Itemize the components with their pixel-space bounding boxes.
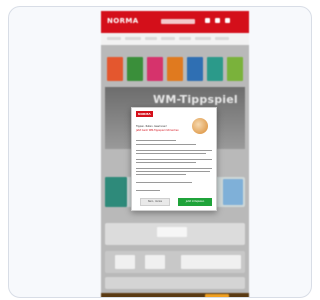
nav-item [161,37,175,40]
cart-icon [225,18,230,23]
content-row [105,251,245,273]
content-row [105,277,245,289]
promo-modal: NORMA Tippen. Raten. Gewinnen! Jetzt bei… [131,107,217,211]
promo-tile [107,57,123,81]
modal-text-line [136,168,212,170]
modal-text-line [136,182,192,184]
location-icon [215,18,220,23]
promo-tile [187,57,203,81]
content-row [105,223,245,245]
decline-button: Nein, danke [140,198,170,206]
promo-tile [127,57,143,81]
modal-text-line [136,190,160,192]
modal-text-line [136,144,196,146]
nav-item [145,37,157,40]
promo-tile [105,177,127,207]
site-logo: NORMA [107,17,139,25]
nav-item [107,37,121,40]
nav-item [179,37,191,40]
site-header: NORMA [101,11,249,33]
modal-text-line [136,174,186,176]
promo-tile [207,57,223,81]
promo-tile [147,57,163,81]
product-tile [181,255,241,269]
nav-item [215,37,229,40]
account-icon [205,18,210,23]
hero-banner-title: WM-Tippspiel [153,93,238,106]
cookie-accept-button [205,294,229,297]
modal-text-line [136,153,206,155]
modal-text-line [136,162,196,164]
modal-subtitle: Jetzt beim WM-Tippspiel mitmachen [136,129,179,132]
modal-logo: NORMA [136,111,153,117]
football-image [192,118,208,134]
promo-tile [227,57,243,81]
modal-text-line [136,140,176,142]
site-nav [101,33,249,45]
promo-tile [157,227,187,237]
accept-button: Jetzt mitspielen [178,198,212,206]
product-tile [115,255,135,269]
modal-text-line [136,159,212,161]
modal-title: Tippen. Raten. Gewinnen! [136,125,168,128]
nav-item [125,37,141,40]
modal-text-line [136,150,212,152]
promo-tile [223,179,243,205]
nav-item [195,37,211,40]
promo-tile [167,57,183,81]
product-tile [145,255,165,269]
modal-text-line [136,171,210,173]
search-input [161,19,195,24]
screenshot-preview-card[interactable]: NORMA WM-Tippspiel NORMA Tippen. Raten. … [8,6,312,298]
